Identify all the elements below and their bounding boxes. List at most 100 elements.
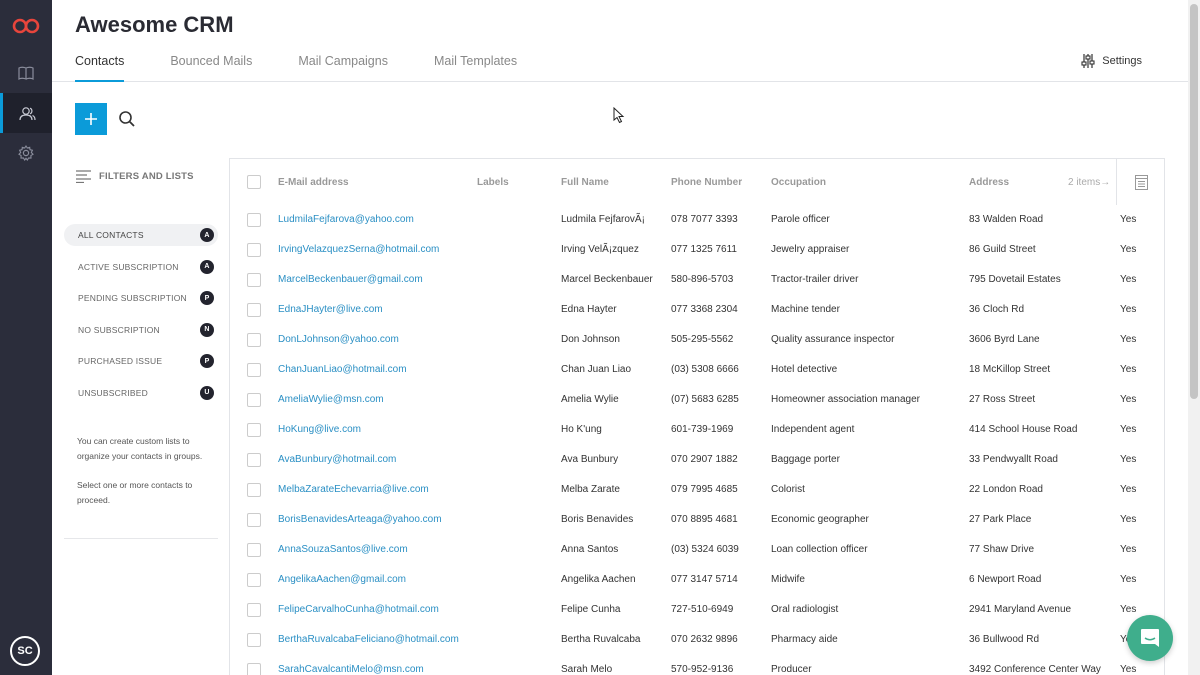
table-row[interactable]: AvaBunbury@hotmail.com Ava Bunbury 070 290…: [230, 445, 1164, 475]
tab-contacts[interactable]: Contacts: [75, 54, 125, 82]
cell-email[interactable]: SarahCavalcantiMelo@msn.com: [278, 664, 424, 675]
table-row[interactable]: SarahCavalcantiMelo@msn.com Sarah Melo 570…: [230, 655, 1164, 675]
table-row[interactable]: MelbaZarateEchevarria@live.com Melba Zara…: [230, 475, 1164, 505]
cell-email[interactable]: MarcelBeckenbauer@gmail.com: [278, 274, 423, 285]
cell-email[interactable]: MelbaZarateEchevarria@live.com: [278, 484, 429, 495]
filter-purchased-issue[interactable]: PURCHASED ISSUE P: [64, 350, 218, 372]
cell-phone: 601-739-1969: [671, 424, 734, 435]
settings-button[interactable]: Settings: [1081, 53, 1142, 69]
table-row[interactable]: ChanJuanLiao@hotmail.com Chan Juan Liao (0…: [230, 355, 1164, 385]
cell-subscribed: Yes: [1120, 364, 1137, 375]
row-checkbox[interactable]: [247, 273, 261, 287]
cell-address: 86 Guild Street: [969, 244, 1036, 255]
table-row[interactable]: EdnaJHayter@live.com Edna Hayter 077 3368 …: [230, 295, 1164, 325]
row-checkbox[interactable]: [247, 603, 261, 617]
infinity-logo-icon[interactable]: [12, 16, 40, 36]
row-checkbox[interactable]: [247, 213, 261, 227]
col-address[interactable]: Address: [969, 177, 1009, 188]
user-avatar[interactable]: SC: [10, 636, 40, 666]
cell-email[interactable]: AvaBunbury@hotmail.com: [278, 454, 396, 465]
chat-widget-button[interactable]: [1127, 615, 1173, 661]
cell-email[interactable]: HoKung@live.com: [278, 424, 361, 435]
table-row[interactable]: LudmilaFejfarova@yahoo.com Ludmila Fejfar…: [230, 205, 1164, 235]
filter-pending-subscription[interactable]: PENDING SUBSCRIPTION P: [64, 287, 218, 309]
app-title: Awesome CRM: [75, 12, 234, 37]
search-icon[interactable]: [118, 110, 136, 128]
col-labels[interactable]: Labels: [477, 177, 509, 188]
select-all-checkbox[interactable]: [247, 175, 261, 189]
row-checkbox[interactable]: [247, 663, 261, 675]
column-chooser-button[interactable]: [1116, 159, 1164, 205]
tab-mail-templates[interactable]: Mail Templates: [434, 54, 517, 82]
filter-all-contacts[interactable]: ALL CONTACTS A: [64, 224, 218, 246]
cell-email[interactable]: IrvingVelazquezSerna@hotmail.com: [278, 244, 439, 255]
cell-subscribed: Yes: [1120, 454, 1137, 465]
table-row[interactable]: AnnaSouzaSantos@live.com Anna Santos (03) …: [230, 535, 1164, 565]
cell-phone: (03) 5324 6039: [671, 544, 739, 555]
nav-settings[interactable]: [0, 133, 52, 173]
cell-email[interactable]: FelipeCarvalhoCunha@hotmail.com: [278, 604, 439, 615]
cell-full-name: Irving VelÃ¡zquez: [561, 244, 639, 255]
cell-occupation: Hotel detective: [771, 364, 838, 375]
row-checkbox[interactable]: [247, 633, 261, 647]
cell-full-name: Chan Juan Liao: [561, 364, 632, 375]
cell-email[interactable]: BorisBenavidesArteaga@yahoo.com: [278, 514, 442, 525]
table-row[interactable]: AngelikaAachen@gmail.com Angelika Aachen 0…: [230, 565, 1164, 595]
row-checkbox[interactable]: [247, 363, 261, 377]
help-custom-lists: You can create custom lists to organize …: [77, 435, 203, 461]
nav-library[interactable]: [0, 53, 52, 93]
add-contact-button[interactable]: [75, 103, 107, 135]
cell-email[interactable]: DonLJohnson@yahoo.com: [278, 334, 399, 345]
row-checkbox[interactable]: [247, 573, 261, 587]
row-checkbox[interactable]: [247, 243, 261, 257]
cell-full-name: Marcel Beckenbauer: [561, 274, 653, 285]
cell-email[interactable]: AmeliaWylie@msn.com: [278, 394, 384, 405]
table-row[interactable]: FelipeCarvalhoCunha@hotmail.com Felipe Cu…: [230, 595, 1164, 625]
row-checkbox[interactable]: [247, 453, 261, 467]
sidebar-divider: [64, 537, 218, 539]
cell-email[interactable]: ChanJuanLiao@hotmail.com: [278, 364, 407, 375]
scrollbar-thumb[interactable]: [1190, 4, 1198, 399]
settings-label: Settings: [1102, 55, 1142, 67]
cell-full-name: Anna Santos: [561, 544, 619, 555]
col-email[interactable]: E-Mail address: [278, 177, 349, 188]
cell-occupation: Jewelry appraiser: [771, 244, 850, 255]
page-scrollbar[interactable]: [1188, 0, 1200, 675]
cell-email[interactable]: BerthaRuvalcabaFeliciano@hotmail.com: [278, 634, 459, 645]
col-occupation[interactable]: Occupation: [771, 177, 826, 188]
col-full-name[interactable]: Full Name: [561, 177, 609, 188]
row-checkbox[interactable]: [247, 543, 261, 557]
table-row[interactable]: BerthaRuvalcabaFeliciano@hotmail.com Bert…: [230, 625, 1164, 655]
filter-badge: P: [200, 354, 214, 368]
col-phone-number[interactable]: Phone Number: [671, 177, 742, 188]
tab-bounced-mails[interactable]: Bounced Mails: [170, 54, 252, 82]
cell-address: 77 Shaw Drive: [969, 544, 1035, 555]
items-count[interactable]: 2 items→: [1068, 177, 1110, 188]
filter-unsubscribed[interactable]: UNSUBSCRIBED U: [64, 382, 218, 404]
row-checkbox[interactable]: [247, 483, 261, 497]
row-checkbox[interactable]: [247, 513, 261, 527]
sidebar-help-text: You can create custom lists to organize …: [77, 434, 217, 508]
table-row[interactable]: BorisBenavidesArteaga@yahoo.com Boris Ben…: [230, 505, 1164, 535]
filter-active-subscription[interactable]: ACTIVE SUBSCRIPTION A: [64, 256, 218, 278]
cell-email[interactable]: AnnaSouzaSantos@live.com: [278, 544, 408, 555]
table-row[interactable]: IrvingVelazquezSerna@hotmail.com Irving V…: [230, 235, 1164, 265]
table-row[interactable]: HoKung@live.com Ho K'ung 601-739-1969 Indep…: [230, 415, 1164, 445]
row-checkbox[interactable]: [247, 303, 261, 317]
row-checkbox[interactable]: [247, 393, 261, 407]
tab-mail-campaigns[interactable]: Mail Campaigns: [298, 54, 388, 82]
table-row[interactable]: DonLJohnson@yahoo.com Don Johnson 505-295-…: [230, 325, 1164, 355]
filter-no-subscription[interactable]: NO SUBSCRIPTION N: [64, 319, 218, 341]
cell-address: 27 Park Place: [969, 514, 1032, 525]
nav-contacts[interactable]: [0, 93, 52, 133]
cell-address: 6 Newport Road: [969, 574, 1042, 585]
table-row[interactable]: MarcelBeckenbauer@gmail.com Marcel Becken…: [230, 265, 1164, 295]
row-checkbox[interactable]: [247, 423, 261, 437]
table-row[interactable]: AmeliaWylie@msn.com Amelia Wylie (07) 5683…: [230, 385, 1164, 415]
cell-email[interactable]: LudmilaFejfarova@yahoo.com: [278, 214, 414, 225]
cell-subscribed: Yes: [1120, 334, 1137, 345]
cell-email[interactable]: AngelikaAachen@gmail.com: [278, 574, 406, 585]
cell-email[interactable]: EdnaJHayter@live.com: [278, 304, 383, 315]
row-checkbox[interactable]: [247, 333, 261, 347]
cell-occupation: Quality assurance inspector: [771, 334, 895, 345]
